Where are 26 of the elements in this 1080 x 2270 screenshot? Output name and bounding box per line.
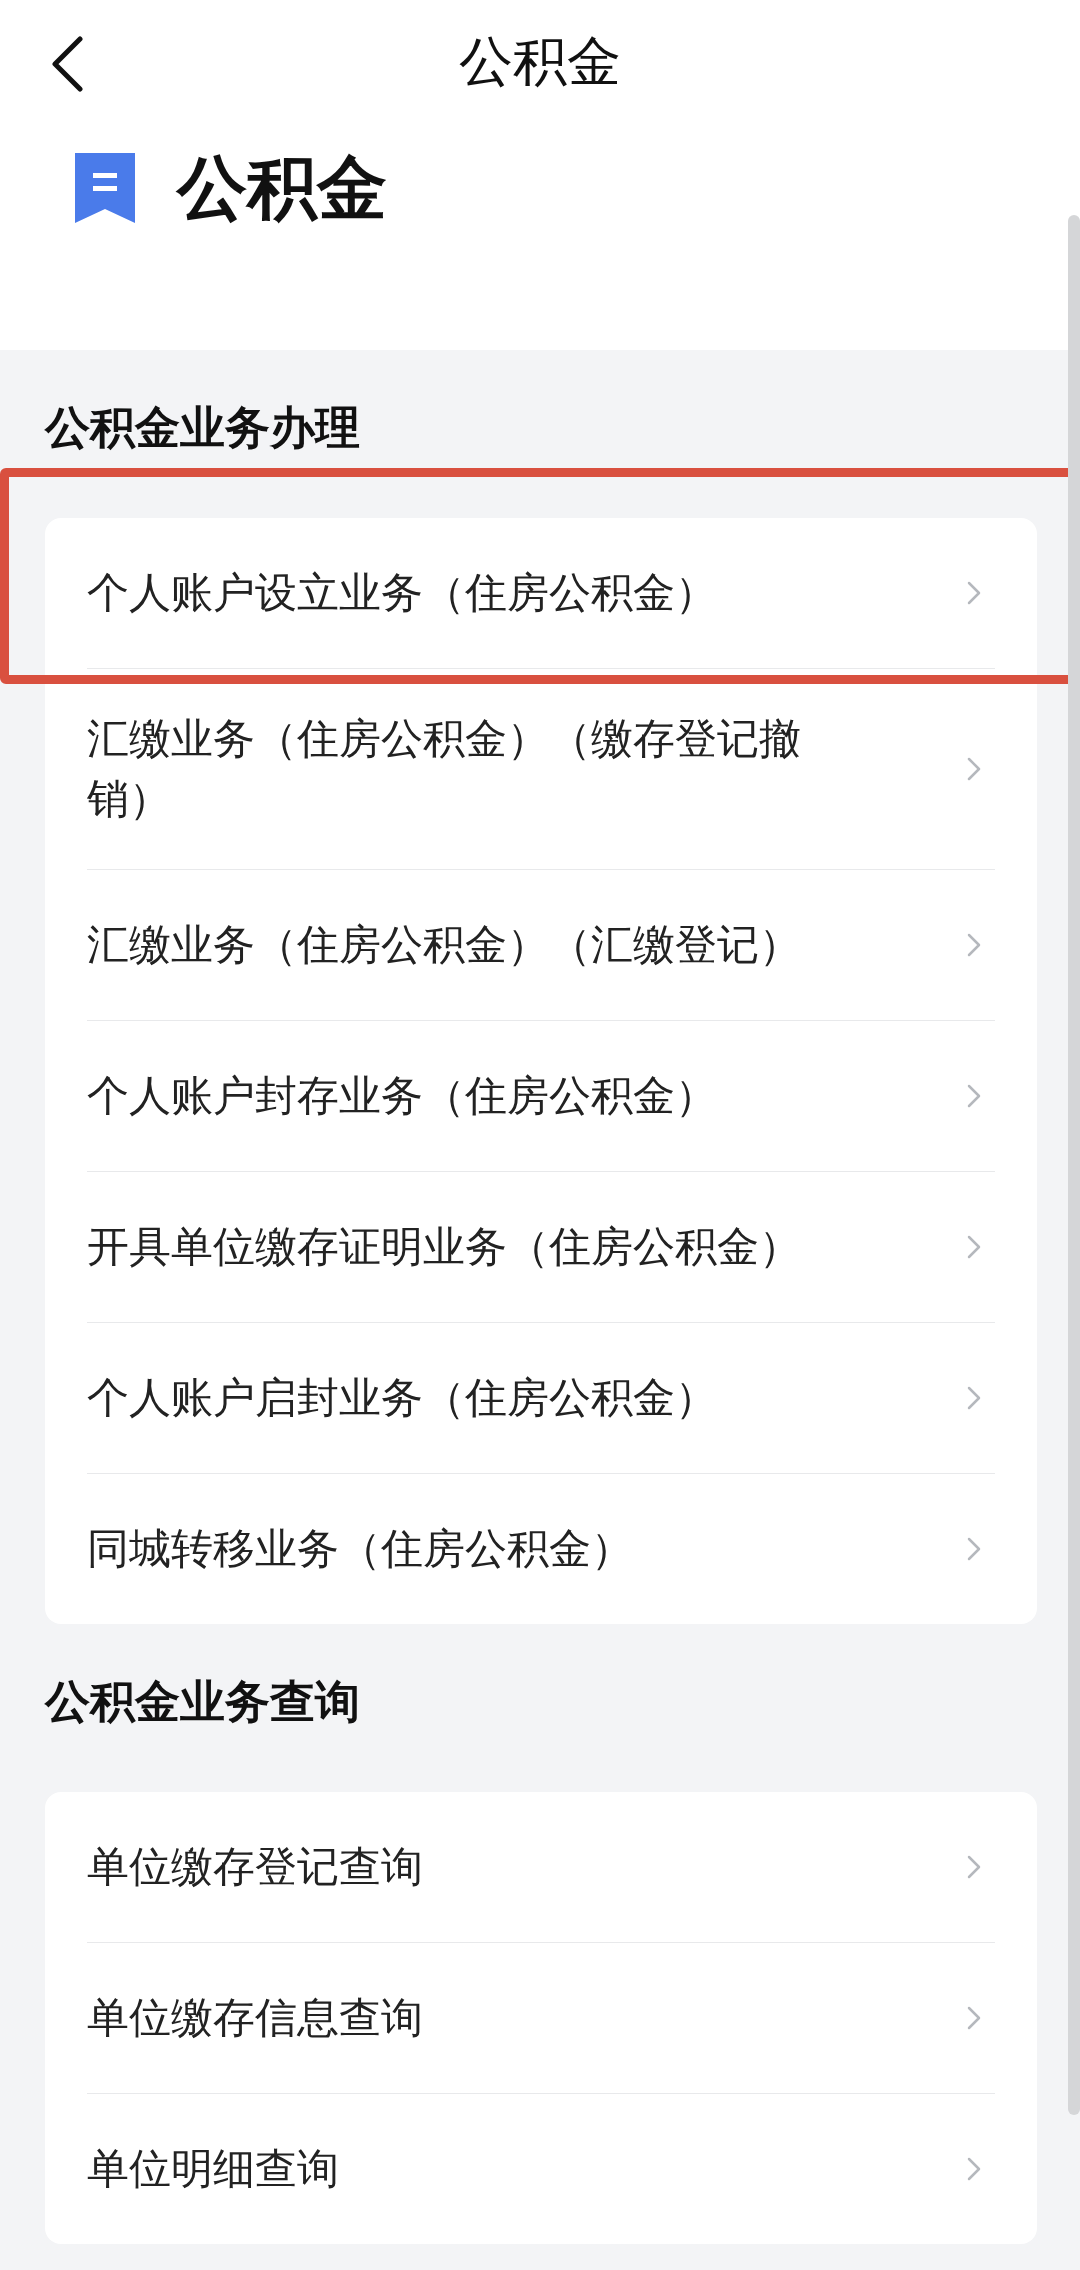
section-title: 公积金业务办理 (45, 400, 361, 456)
list-item[interactable]: 开具单位缴存证明业务（住房公积金） (87, 1172, 995, 1322)
header-title: 公积金 (177, 153, 387, 223)
list-item[interactable]: 同城转移业务（住房公积金） (87, 1474, 995, 1624)
chevron-right-icon (967, 1235, 981, 1259)
list-item[interactable]: 个人账户启封业务（住房公积金） (87, 1323, 995, 1473)
chevron-right-icon (967, 1855, 981, 1879)
chevron-right-icon (967, 581, 981, 605)
list-item[interactable]: 单位缴存信息查询 (87, 1943, 995, 2093)
list-item[interactable]: 汇缴业务（住房公积金）（缴存登记撤销） (87, 669, 995, 869)
list-item[interactable]: 单位明细查询 (87, 2094, 995, 2244)
list-item[interactable]: 单位缴存登记查询 (87, 1792, 995, 1942)
chevron-right-icon (967, 1386, 981, 1410)
chevron-right-icon (967, 2006, 981, 2030)
back-icon[interactable] (50, 36, 84, 92)
chevron-right-icon (967, 2157, 981, 2181)
list-item[interactable]: 汇缴业务（住房公积金）（汇缴登记） (87, 870, 995, 1020)
list-item[interactable]: 个人账户设立业务（住房公积金） (87, 518, 995, 668)
chevron-right-icon (967, 757, 981, 781)
page-title: 公积金 (459, 29, 621, 95)
chevron-right-icon (967, 933, 981, 957)
chevron-right-icon (967, 1537, 981, 1561)
bookmark-icon (75, 153, 135, 223)
section-title: 公积金业务查询 (45, 1674, 361, 1730)
chevron-right-icon (967, 1084, 981, 1108)
list-item[interactable]: 个人账户封存业务（住房公积金） (87, 1021, 995, 1171)
